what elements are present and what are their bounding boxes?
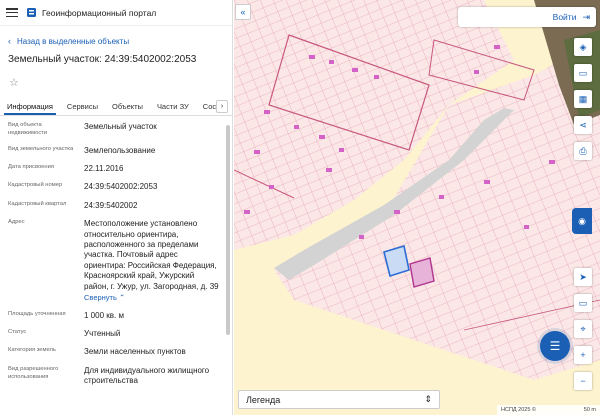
top-bar: Геоинформационный портал xyxy=(0,0,232,26)
collapse-label: Свернуть xyxy=(84,292,117,302)
property-value: 1 000 кв. м xyxy=(84,310,124,320)
panel-scrollbar[interactable] xyxy=(226,125,230,335)
property-key: Дата присвоения xyxy=(8,164,54,171)
login-icon: ⇥ xyxy=(582,11,590,22)
tab-parts[interactable]: Части ЗУ xyxy=(154,98,192,115)
property-row: Статус Учтенный xyxy=(8,323,224,341)
chevron-updown-icon: ⇕ xyxy=(424,394,432,404)
property-key: Кадастровый номер xyxy=(8,182,63,189)
login-button[interactable]: Войти ⇥ xyxy=(458,7,596,27)
property-key: Кадастровый квартал xyxy=(8,200,67,207)
property-row: Вид земельного участка Землепользование xyxy=(8,140,224,158)
property-row: Вид разрешенного использования Для индив… xyxy=(8,360,224,389)
property-value: Земельный участок xyxy=(84,122,157,131)
property-value: 24:39:5402002:2053 xyxy=(84,182,158,192)
legend-dropdown[interactable]: Легенда ⇕ xyxy=(238,390,440,409)
attribution-text: НСПД 2025 © xyxy=(501,407,536,413)
scale-label: 50 m xyxy=(583,407,596,413)
collapse-link[interactable]: Свернуть ⌃ xyxy=(84,293,220,303)
tab-bar: Информация Сервисы Объекты Части ЗУ Сост… xyxy=(0,98,232,116)
property-key: Площадь уточненная xyxy=(8,310,66,317)
share-icon[interactable]: ⋖ xyxy=(574,116,592,134)
property-value: Землепользование xyxy=(84,145,156,155)
property-key: Вид объекта недвижимости xyxy=(8,122,48,136)
property-value: 24:39:5402002 xyxy=(84,200,138,210)
tab-objects[interactable]: Объекты xyxy=(109,98,146,115)
tab-services[interactable]: Сервисы xyxy=(64,98,101,115)
portal-logo-icon xyxy=(27,8,36,17)
screen-icon[interactable]: ▭ xyxy=(574,294,592,312)
tabs-scroll-right-icon[interactable]: › xyxy=(216,100,228,113)
star-icon[interactable]: ☆ xyxy=(0,70,232,98)
back-link[interactable]: ‹ Назад в выделенные объекты xyxy=(0,26,232,48)
locate-icon[interactable]: ➤ xyxy=(574,268,592,286)
plus-icon[interactable]: + xyxy=(574,346,592,364)
info-panel: Геоинформационный портал ‹ Назад в выдел… xyxy=(0,0,233,415)
basemap-icon[interactable]: ▭ xyxy=(574,64,592,82)
property-row: Площадь уточненная 1 000 кв. м xyxy=(8,305,224,323)
login-label: Войти xyxy=(552,12,577,22)
property-value: 22.11.2016 xyxy=(84,164,124,174)
properties-list: Вид объекта недвижимости Земельный участ… xyxy=(0,116,232,389)
property-row: Адрес Местоположение установлено относит… xyxy=(8,213,224,304)
chevron-up-icon: ⌃ xyxy=(119,292,126,302)
tab-info[interactable]: Информация xyxy=(4,98,56,115)
property-value: Местоположение установлено относительно … xyxy=(84,219,224,302)
property-key: Вид земельного участка xyxy=(8,145,74,152)
print-icon[interactable]: ⎙ xyxy=(574,142,592,160)
property-row: Кадастровый номер 24:39:5402002:2053 xyxy=(8,176,224,194)
chat-icon[interactable]: ☰ xyxy=(540,331,570,361)
property-row: Категория земель Земли населенных пункто… xyxy=(8,341,224,359)
property-key: Вид разрешенного использования xyxy=(8,365,59,380)
parcel-title: Земельный участок: 24:39:5402002:2053 xyxy=(8,54,197,65)
property-row: Кадастровый квартал 24:39:5402002 xyxy=(8,195,224,213)
chevron-left-icon: ‹ xyxy=(8,36,11,46)
menu-icon[interactable] xyxy=(6,8,18,17)
property-row: Дата присвоения 22.11.2016 xyxy=(8,158,224,176)
property-row: Вид объекта недвижимости Земельный участ… xyxy=(8,116,224,140)
map-attribution: НСПД 2025 © 50 m xyxy=(497,405,600,415)
property-value: Для индивидуального жилищного строительс… xyxy=(84,365,210,386)
property-value: Земли населенных пунктов xyxy=(84,347,186,357)
collapse-panel-icon[interactable]: « xyxy=(235,4,251,20)
assistant-tab-icon[interactable]: ◉ xyxy=(572,208,592,234)
property-key: Статус xyxy=(8,329,27,336)
address-text: Местоположение установлено относительно … xyxy=(84,219,219,291)
property-value: Учтенный xyxy=(84,329,121,339)
minus-icon[interactable]: − xyxy=(574,372,592,390)
measure-icon[interactable]: ▦ xyxy=(574,90,592,108)
property-key: Адрес xyxy=(8,219,25,226)
app-title: Геоинформационный портал xyxy=(42,7,157,18)
back-label: Назад в выделенные объекты xyxy=(17,36,130,46)
legend-label: Легенда xyxy=(246,394,281,405)
pin-icon[interactable]: ⌖ xyxy=(574,320,592,338)
property-key: Категория земель xyxy=(8,347,56,354)
neighbor-parcel[interactable] xyxy=(409,257,435,288)
layers-icon[interactable]: ◈ xyxy=(574,38,592,56)
